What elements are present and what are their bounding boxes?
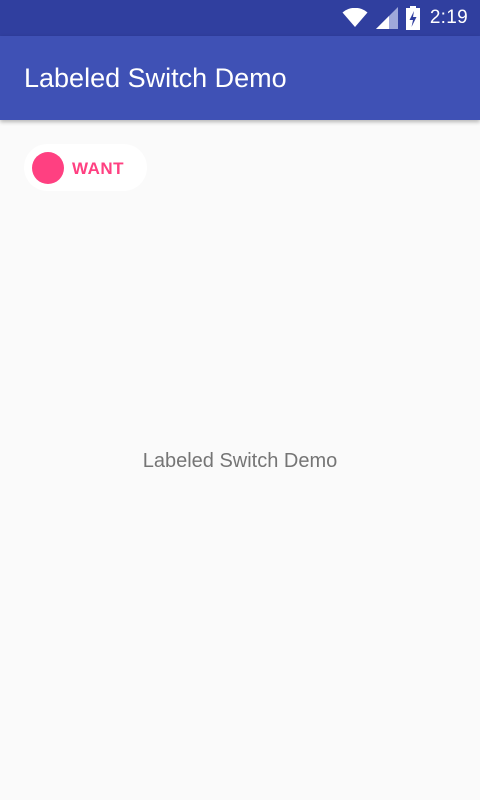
switch-label: WANT xyxy=(72,159,125,178)
status-icons: 2:19 xyxy=(342,0,468,36)
switch-thumb[interactable] xyxy=(32,152,64,184)
app-bar: Labeled Switch Demo xyxy=(0,36,480,120)
wifi-icon xyxy=(342,8,368,28)
cell-signal-icon xyxy=(375,7,398,29)
status-bar: 2:19 xyxy=(0,0,480,36)
center-text: Labeled Switch Demo xyxy=(142,450,338,472)
status-time: 2:19 xyxy=(429,7,468,28)
battery-charging-icon xyxy=(405,6,420,30)
app-title: Labeled Switch Demo xyxy=(24,63,287,93)
labeled-switch[interactable]: WANT xyxy=(24,144,147,191)
